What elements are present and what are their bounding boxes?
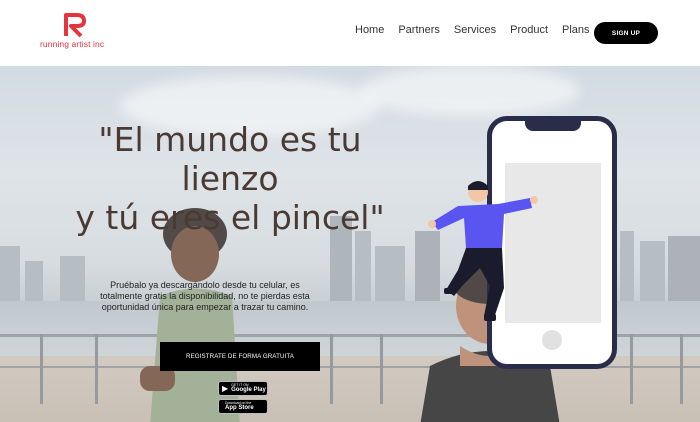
badge-big-text: Google Play [231, 387, 266, 394]
brand-name: running artist inc [40, 39, 105, 49]
hero-subtext: Pruébalo ya descargándolo desde tu celul… [100, 280, 310, 312]
nav-partners[interactable]: Partners [398, 24, 440, 36]
headline-line: y tú eres el pincel" [75, 198, 385, 237]
google-play-icon: ▶ [222, 383, 229, 393]
site-header: running artist inc Home Partners Service… [0, 0, 700, 66]
jumping-figure-illustration [428, 181, 538, 321]
register-button[interactable]: REGISTRATE DE FORMA GRATUITA [160, 342, 320, 371]
badge-big-text: App Store [225, 405, 254, 412]
signup-button[interactable]: SIGN UP [594, 22, 658, 44]
main-nav: Home Partners Services Product Plans [355, 24, 590, 36]
logo[interactable]: running artist inc [38, 12, 118, 52]
hero-section: "El mundo es tu lienzo y tú eres el pinc… [0, 66, 700, 422]
phone-home-button [542, 330, 562, 350]
nav-plans[interactable]: Plans [562, 24, 590, 36]
google-play-badge[interactable]: ▶ GET IT ON Google Play [218, 381, 268, 396]
headline-line: lienzo [181, 159, 279, 198]
phone-notch [525, 120, 581, 131]
app-store-badge[interactable]: Download on the App Store [218, 399, 268, 414]
headline-line: "El mundo es tu [98, 120, 362, 159]
logo-r-icon [64, 13, 86, 38]
nav-services[interactable]: Services [454, 24, 496, 36]
nav-home[interactable]: Home [355, 24, 384, 36]
hero-headline: "El mundo es tu lienzo y tú eres el pinc… [60, 120, 400, 237]
nav-product[interactable]: Product [510, 24, 548, 36]
